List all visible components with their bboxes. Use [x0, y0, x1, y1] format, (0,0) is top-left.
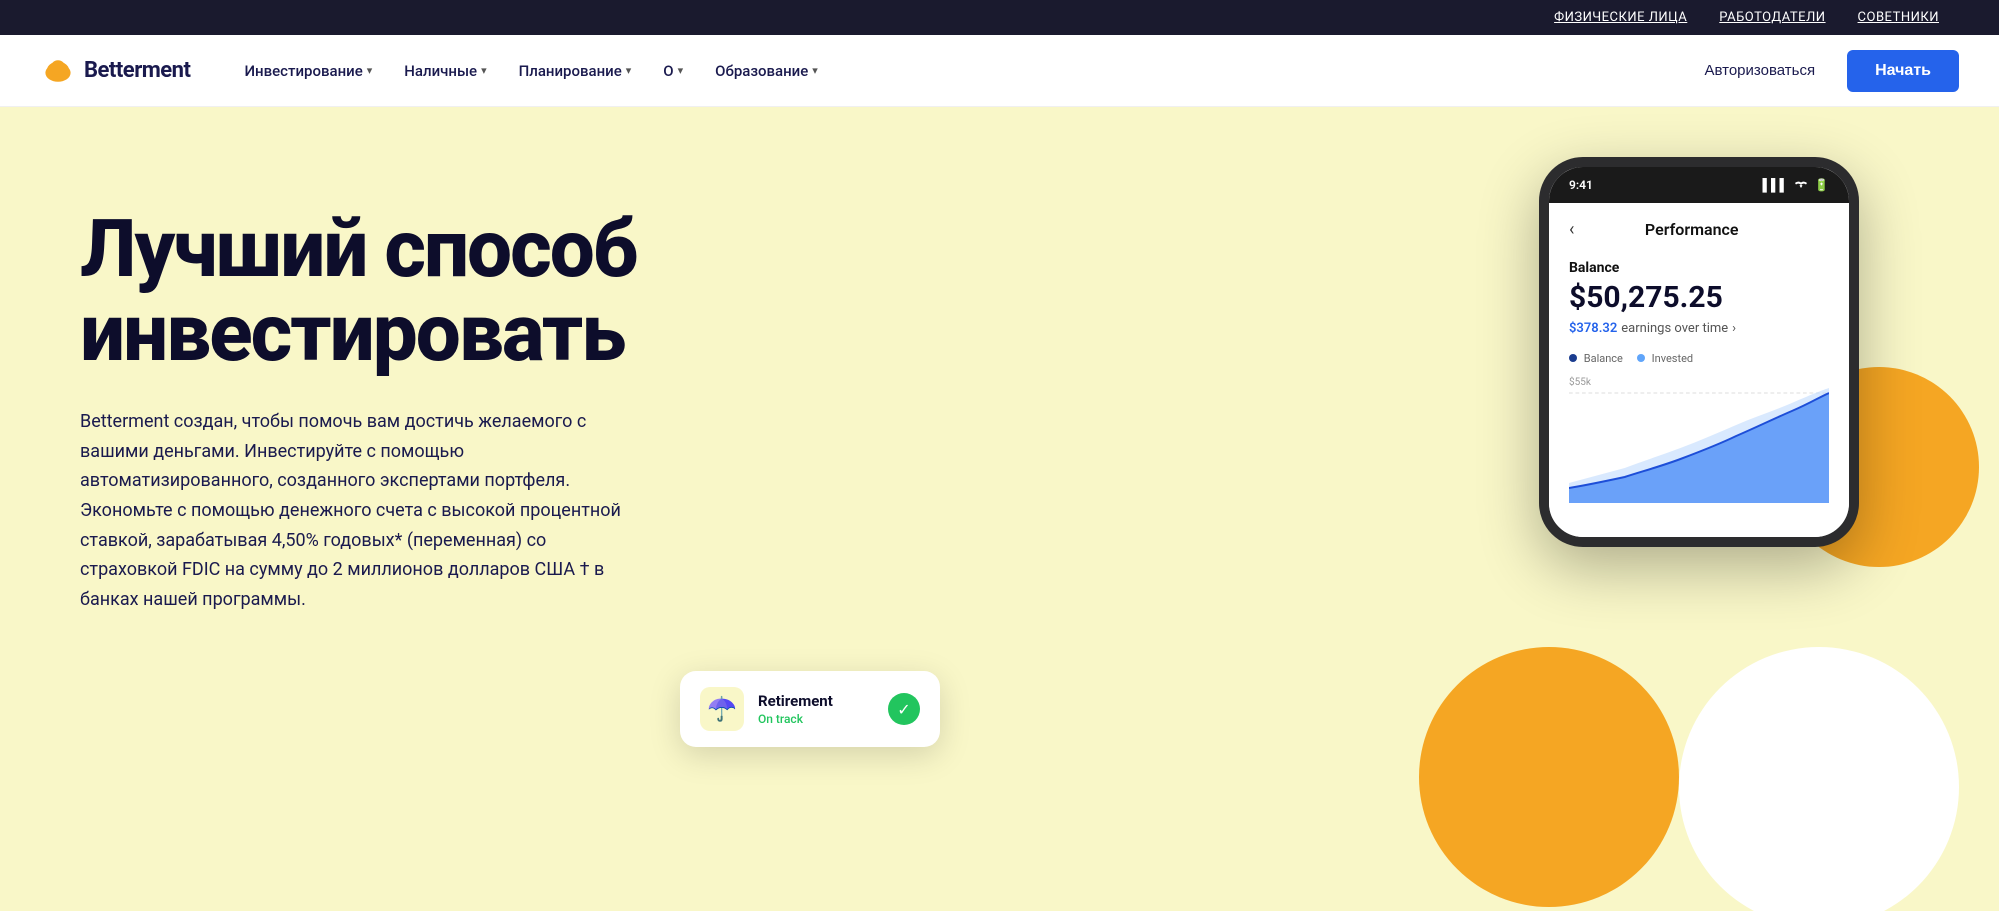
phone: 9:41 ▌▌▌ 🔋 ‹ Performance: [1539, 157, 1859, 547]
blob-yellow-1: [1419, 647, 1679, 907]
retirement-info: Retirement On track: [758, 692, 874, 726]
chart-svg: [1569, 373, 1829, 503]
topbar-link-employers[interactable]: РАБОТОДАТЕЛИ: [1719, 10, 1825, 25]
nav-links: Инвестирование ▾ Наличные ▾ Планирование…: [230, 54, 1688, 88]
phone-back-button[interactable]: ‹: [1569, 219, 1574, 240]
phone-screen-title: Performance: [1645, 220, 1739, 239]
battery-icon: 🔋: [1814, 178, 1829, 192]
navbar: Betterment Инвестирование ▾ Наличные ▾ П…: [0, 35, 1999, 107]
hero-right: 9:41 ▌▌▌ 🔋 ‹ Performance: [740, 167, 1939, 867]
hero-description: Betterment создан, чтобы помочь вам дост…: [80, 407, 640, 615]
phone-time: 9:41: [1569, 178, 1593, 192]
retirement-card[interactable]: ☂️ Retirement On track ✓: [680, 671, 940, 747]
nav-item-cash[interactable]: Наличные ▾: [390, 54, 500, 88]
logo[interactable]: Betterment: [40, 53, 190, 89]
phone-status-icons: ▌▌▌ 🔋: [1763, 178, 1829, 193]
phone-nav: ‹ Performance: [1569, 219, 1829, 240]
legend-balance: Balance: [1569, 352, 1623, 365]
nav-right: Авторизоваться Начать: [1688, 50, 1959, 92]
hero-title: Лучший способ инвестировать: [80, 207, 740, 375]
legend-invested: Invested: [1637, 352, 1693, 365]
phone-earnings-amount: $378.32: [1569, 321, 1617, 336]
hero-section: Лучший способ инвестировать Betterment с…: [0, 107, 1999, 911]
retirement-title: Retirement: [758, 692, 874, 710]
phone-earnings-arrow: ›: [1732, 321, 1736, 336]
logo-text: Betterment: [84, 58, 190, 83]
top-bar: ФИЗИЧЕСКИЕ ЛИЦА РАБОТОДАТЕЛИ СОВЕТНИКИ: [0, 0, 1999, 35]
nav-item-about[interactable]: О ▾: [649, 54, 697, 88]
chart-y-label: $55k: [1569, 377, 1591, 388]
topbar-link-individuals[interactable]: ФИЗИЧЕСКИЕ ЛИЦА: [1554, 10, 1687, 25]
chevron-down-icon: ▾: [678, 64, 684, 77]
phone-mockup: 9:41 ▌▌▌ 🔋 ‹ Performance: [1539, 157, 1859, 547]
chevron-down-icon: ▾: [367, 64, 373, 77]
phone-content: ‹ Performance Balance $50,275.25 $378.32…: [1549, 203, 1849, 537]
retirement-check-icon: ✓: [888, 693, 920, 725]
start-button[interactable]: Начать: [1847, 50, 1959, 92]
legend-invested-dot: [1637, 354, 1645, 362]
retirement-icon: ☂️: [700, 687, 744, 731]
hero-left: Лучший способ инвестировать Betterment с…: [80, 167, 740, 615]
chart-legend: Balance Invested: [1569, 352, 1829, 365]
nav-item-education[interactable]: Образование ▾: [701, 54, 832, 88]
phone-balance-amount: $50,275.25: [1569, 280, 1829, 315]
retirement-status: On track: [758, 712, 874, 726]
phone-balance-label: Balance: [1569, 260, 1829, 276]
phone-earnings-text: earnings over time: [1621, 321, 1728, 336]
phone-status-bar: 9:41 ▌▌▌ 🔋: [1549, 167, 1849, 203]
login-button[interactable]: Авторизоваться: [1688, 54, 1831, 87]
nav-item-investing[interactable]: Инвестирование ▾: [230, 54, 386, 88]
logo-icon: [40, 53, 76, 89]
phone-chart: $55k: [1569, 373, 1829, 513]
wifi-icon: [1794, 178, 1808, 193]
nav-item-planning[interactable]: Планирование ▾: [505, 54, 646, 88]
topbar-link-advisors[interactable]: СОВЕТНИКИ: [1858, 10, 1939, 25]
chevron-down-icon: ▾: [812, 64, 818, 77]
legend-balance-dot: [1569, 354, 1577, 362]
blob-white: [1679, 647, 1959, 911]
chevron-down-icon: ▾: [481, 64, 487, 77]
signal-icon: ▌▌▌: [1763, 178, 1789, 192]
chevron-down-icon: ▾: [626, 64, 632, 77]
phone-earnings-row[interactable]: $378.32 earnings over time ›: [1569, 321, 1829, 336]
